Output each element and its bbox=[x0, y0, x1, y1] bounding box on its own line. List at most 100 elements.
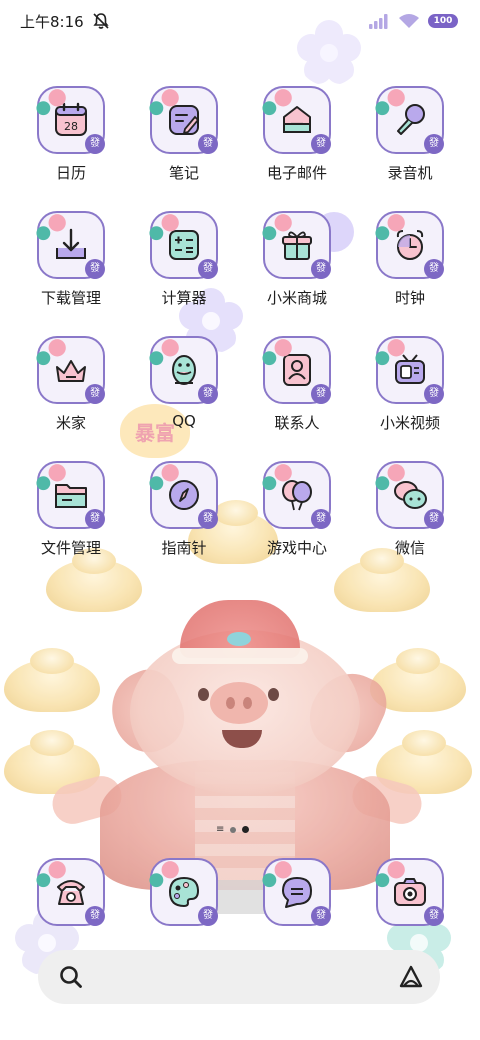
app-label: 计算器 bbox=[161, 289, 207, 307]
app-label: 电子邮件 bbox=[266, 164, 327, 182]
app-tile[interactable]: 發 bbox=[262, 336, 331, 404]
app-tile[interactable]: 發 bbox=[262, 858, 331, 926]
app-badge: 發 bbox=[198, 384, 218, 404]
app-badge: 發 bbox=[311, 384, 331, 404]
search-icon[interactable] bbox=[58, 964, 84, 990]
app-badge: 發 bbox=[85, 384, 105, 404]
app-label: 录音机 bbox=[387, 164, 433, 182]
app-calendar[interactable]: 28 發 日历 bbox=[15, 86, 127, 206]
app-tile[interactable]: 發 bbox=[36, 211, 105, 279]
app-tile[interactable]: 發 bbox=[149, 86, 218, 154]
flower-sticker-icon bbox=[36, 214, 66, 241]
app-badge: 發 bbox=[424, 384, 444, 404]
app-tile[interactable]: 發 bbox=[262, 86, 331, 154]
app-mi-video[interactable]: 發 小米视频 bbox=[354, 336, 466, 456]
app-tile[interactable]: 發 bbox=[262, 211, 331, 279]
app-badge: 發 bbox=[424, 134, 444, 154]
flower-sticker-icon bbox=[375, 861, 405, 888]
app-badge: 發 bbox=[424, 509, 444, 529]
app-badge: 發 bbox=[424, 259, 444, 279]
flower-sticker-icon bbox=[36, 89, 66, 116]
app-badge: 發 bbox=[311, 509, 331, 529]
app-notes[interactable]: 發 笔记 bbox=[128, 86, 240, 206]
pig-snout bbox=[210, 682, 268, 724]
app-badge: 發 bbox=[85, 134, 105, 154]
app-tile[interactable]: 發 bbox=[375, 211, 444, 279]
app-label: 联系人 bbox=[274, 414, 320, 432]
status-time: 上午8:16 bbox=[20, 12, 84, 31]
app-label: 游戏中心 bbox=[266, 539, 327, 557]
page-indicator[interactable]: ≡ bbox=[216, 824, 250, 835]
app-tile[interactable]: 發 bbox=[375, 86, 444, 154]
app-tile[interactable]: 發 bbox=[36, 336, 105, 404]
search-bar[interactable] bbox=[38, 950, 440, 1004]
app-label: 时钟 bbox=[394, 289, 425, 307]
app-tile[interactable]: 發 bbox=[375, 461, 444, 529]
app-badge: 發 bbox=[85, 906, 105, 926]
app-clock[interactable]: 發 时钟 bbox=[354, 211, 466, 331]
app-game-center[interactable]: 發 游戏中心 bbox=[241, 461, 353, 581]
flower-sticker-icon bbox=[262, 89, 292, 116]
app-tile[interactable]: 發 bbox=[149, 858, 218, 926]
app-wechat[interactable]: 發 微信 bbox=[354, 461, 466, 581]
app-badge: 發 bbox=[198, 509, 218, 529]
flower-sticker-icon bbox=[149, 214, 179, 241]
pig-hat-gem bbox=[227, 632, 251, 646]
app-badge: 發 bbox=[311, 906, 331, 926]
app-compass[interactable]: 發 指南针 bbox=[128, 461, 240, 581]
app-label: 小米商城 bbox=[266, 289, 327, 307]
pig-eye bbox=[198, 688, 209, 701]
flower-sticker-icon bbox=[262, 464, 292, 491]
app-tile[interactable]: 發 bbox=[375, 858, 444, 926]
flower-sticker-icon bbox=[36, 464, 66, 491]
app-tile[interactable]: 發 bbox=[149, 336, 218, 404]
app-badge: 發 bbox=[85, 259, 105, 279]
app-tile[interactable]: 發 bbox=[36, 461, 105, 529]
app-tile[interactable]: 發 bbox=[149, 461, 218, 529]
app-badge: 發 bbox=[311, 134, 331, 154]
flower-sticker-icon bbox=[262, 861, 292, 888]
assistant-icon[interactable] bbox=[398, 964, 424, 990]
status-bar: 上午8:16 100 bbox=[0, 0, 480, 42]
page-dot[interactable] bbox=[230, 826, 237, 833]
flower-sticker-icon bbox=[36, 339, 66, 366]
app-contacts[interactable]: 發 联系人 bbox=[241, 336, 353, 456]
flower-sticker-icon bbox=[375, 339, 405, 366]
flower-sticker-icon bbox=[149, 464, 179, 491]
app-file-manager[interactable]: 發 文件管理 bbox=[15, 461, 127, 581]
app-tile[interactable]: 發 bbox=[375, 336, 444, 404]
app-downloads[interactable]: 發 下载管理 bbox=[15, 211, 127, 331]
flower-sticker-icon bbox=[375, 464, 405, 491]
app-email[interactable]: 發 电子邮件 bbox=[241, 86, 353, 206]
page-dot-active[interactable] bbox=[242, 826, 250, 833]
app-label: 下载管理 bbox=[40, 289, 101, 307]
app-calculator[interactable]: 發 计算器 bbox=[128, 211, 240, 331]
wifi-icon bbox=[399, 14, 419, 28]
app-badge: 發 bbox=[198, 134, 218, 154]
gold-ingot bbox=[4, 648, 100, 712]
app-label: 微信 bbox=[394, 539, 425, 557]
app-grid: 28 發 日历 發 笔记 發 电子邮件 發 录音机 發 下载管理 發 计算器 發… bbox=[0, 0, 480, 600]
app-label: 小米视频 bbox=[379, 414, 440, 432]
app-label: 笔记 bbox=[168, 164, 199, 182]
app-badge: 發 bbox=[198, 259, 218, 279]
app-tile[interactable]: 發 bbox=[149, 211, 218, 279]
app-tile[interactable]: 發 bbox=[262, 461, 331, 529]
app-tile[interactable]: 28 發 bbox=[36, 86, 105, 154]
flower-sticker-icon bbox=[149, 861, 179, 888]
app-mi-store[interactable]: 發 小米商城 bbox=[241, 211, 353, 331]
page-lines-icon: ≡ bbox=[216, 824, 225, 835]
flower-sticker-icon bbox=[36, 861, 66, 888]
flower-sticker-icon bbox=[375, 214, 405, 241]
app-badge: 發 bbox=[424, 906, 444, 926]
flower-sticker-icon bbox=[262, 214, 292, 241]
app-tile[interactable]: 發 bbox=[36, 858, 105, 926]
battery-icon: 100 bbox=[428, 14, 458, 28]
app-qq[interactable]: 發 QQ bbox=[128, 336, 240, 456]
app-label: QQ bbox=[172, 412, 196, 430]
app-label: 指南针 bbox=[161, 539, 207, 557]
signal-icon bbox=[369, 14, 388, 29]
app-mi-home[interactable]: 發 米家 bbox=[15, 336, 127, 456]
app-recorder[interactable]: 發 录音机 bbox=[354, 86, 466, 206]
flower-sticker-icon bbox=[262, 339, 292, 366]
